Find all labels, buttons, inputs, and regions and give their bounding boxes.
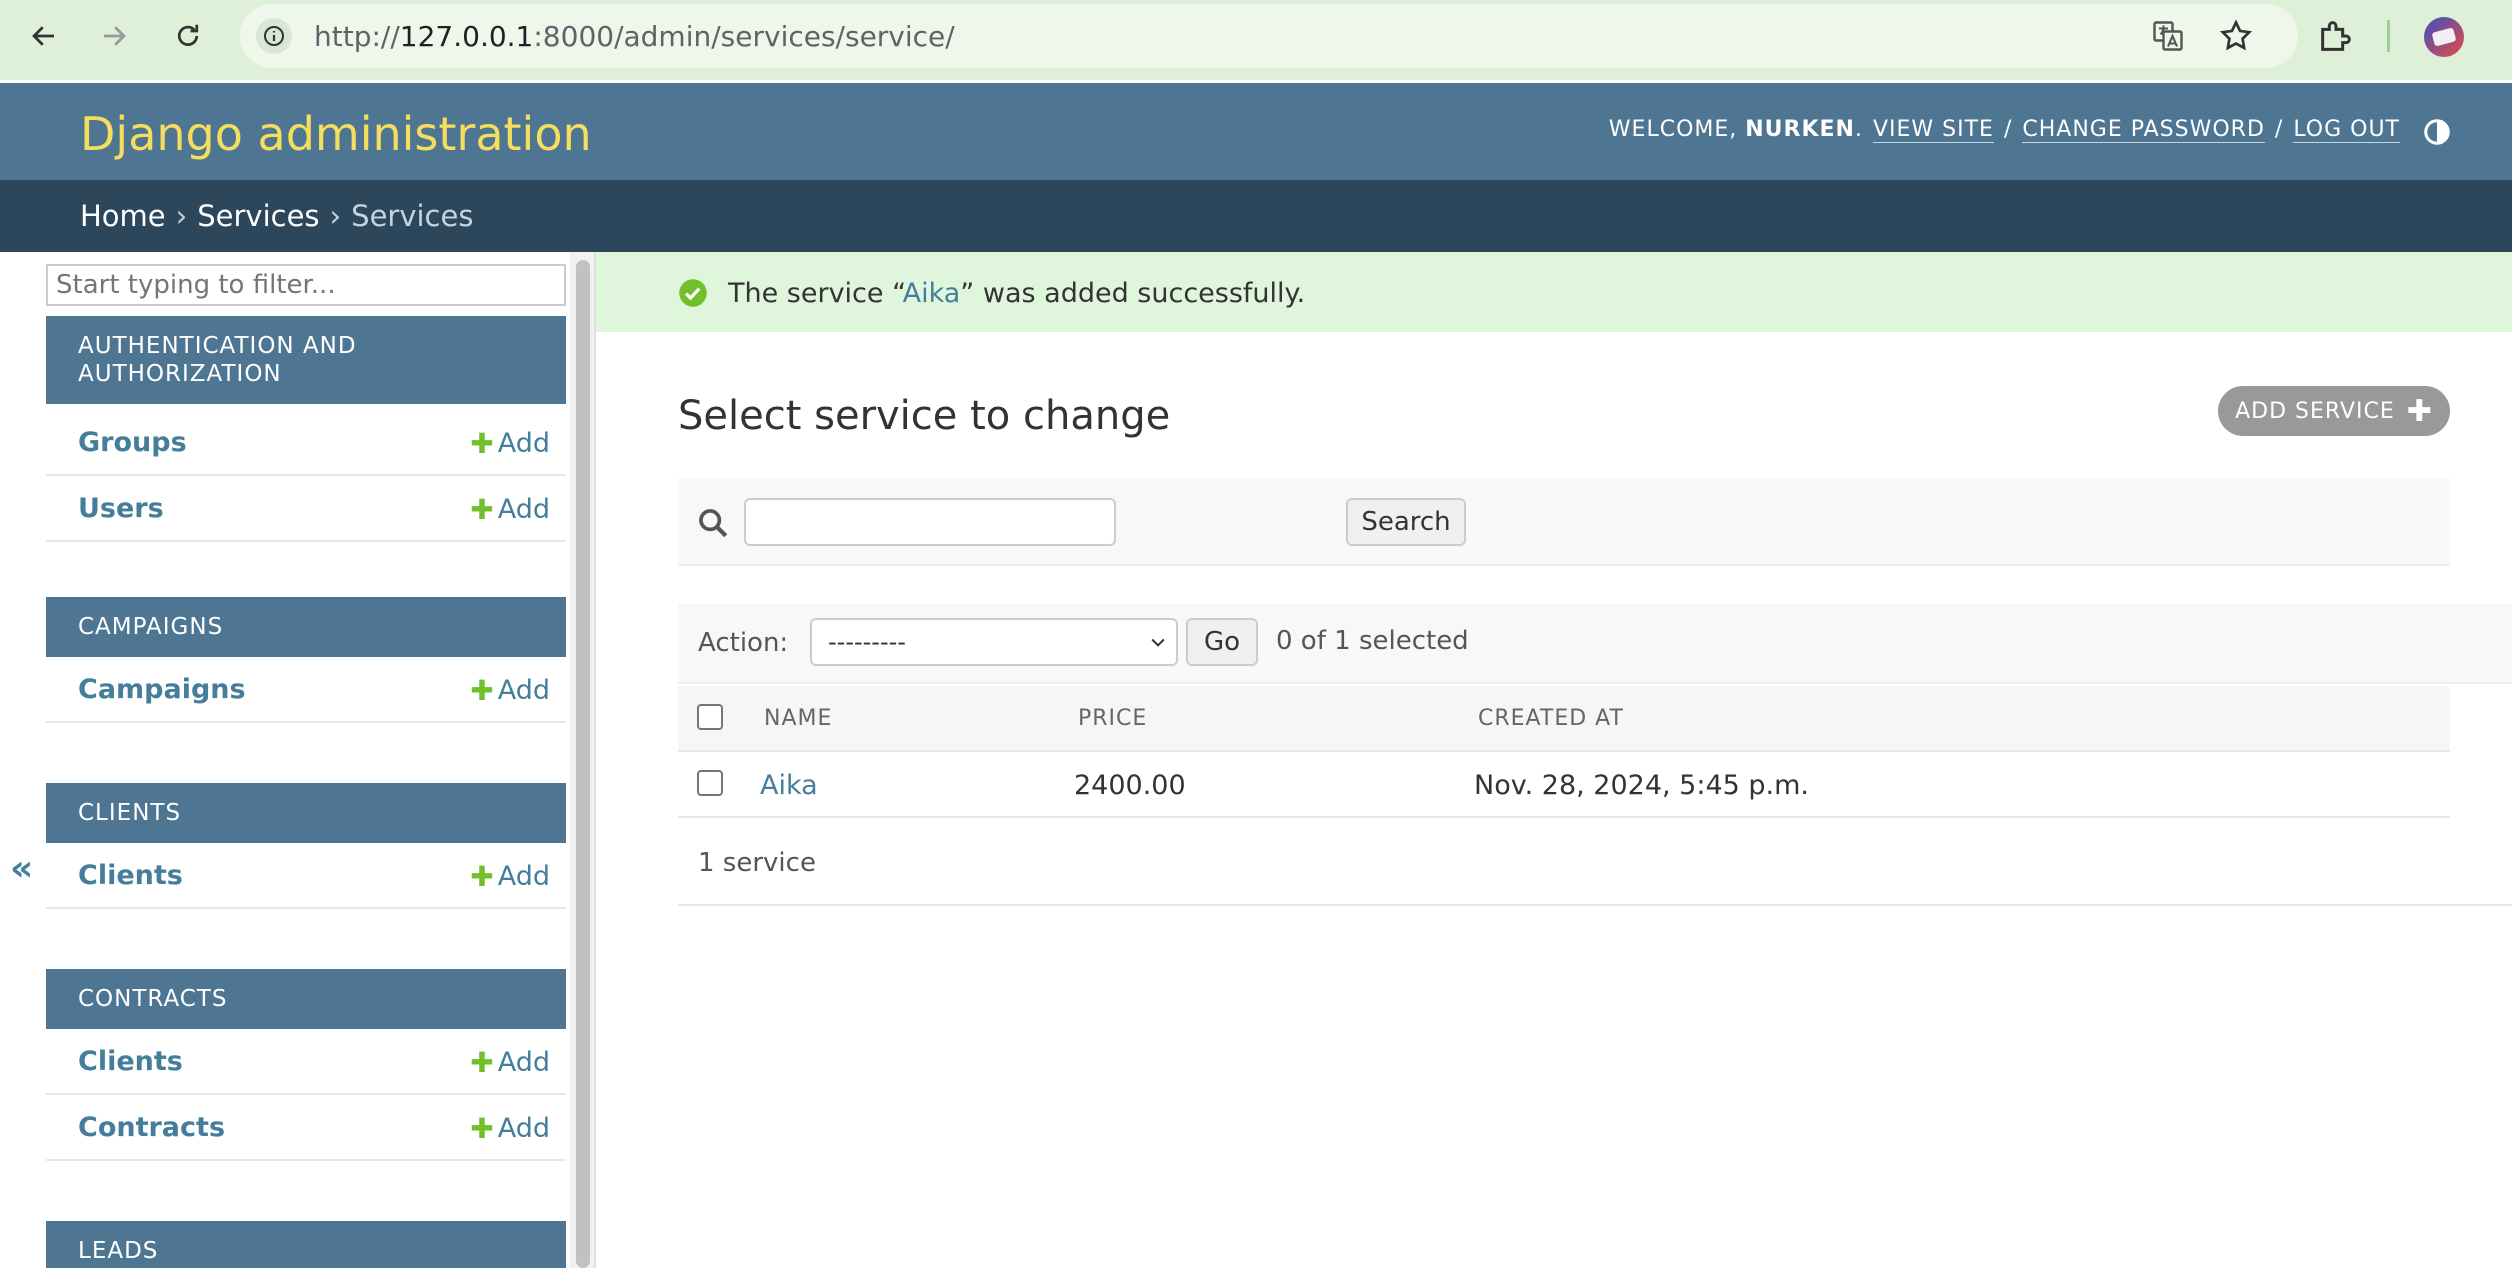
action-select[interactable]: ---------: [810, 618, 1178, 666]
sidebar-item-groups: Groups ✚ Add: [46, 410, 566, 476]
plus-icon: ✚: [2406, 393, 2433, 429]
row-price: 2400.00: [1074, 770, 1186, 801]
username: NURKEN: [1745, 117, 1855, 142]
add-link[interactable]: ✚ Add: [470, 860, 550, 893]
success-message: The service “Aika” was added successfull…: [596, 252, 2512, 332]
column-header-name[interactable]: NAME: [764, 706, 832, 731]
add-link[interactable]: ✚ Add: [470, 427, 550, 460]
sidebar-item-users: Users ✚ Add: [46, 476, 566, 542]
paginator: 1 service: [678, 820, 2512, 906]
sidebar-item-clients: Clients ✚ Add: [46, 843, 566, 909]
site-branding[interactable]: Django administration: [80, 107, 592, 161]
site-header: Django administration WELCOME, NURKEN. V…: [0, 83, 2512, 180]
page-title: Select service to change: [678, 393, 1171, 439]
sidebar-item-contracts: Contracts ✚ Add: [46, 1095, 566, 1161]
model-link[interactable]: Contracts: [78, 1112, 225, 1143]
success-check-icon: [679, 279, 707, 307]
profile-avatar[interactable]: [2424, 17, 2464, 57]
plus-icon: ✚: [470, 1046, 494, 1079]
browser-toolbar: http://127.0.0.1:8000/admin/services/ser…: [0, 0, 2512, 80]
plus-icon: ✚: [470, 674, 494, 707]
chevron-down-icon: [1151, 638, 1165, 647]
welcome-text: WELCOME,: [1608, 117, 1738, 142]
breadcrumb-app[interactable]: Services: [197, 199, 319, 233]
plus-icon: ✚: [470, 860, 494, 893]
search-toolbar: Search: [678, 478, 2450, 566]
model-link[interactable]: Clients: [78, 860, 183, 891]
plus-icon: ✚: [470, 493, 494, 526]
breadcrumb-current: Services: [351, 199, 474, 233]
module-caption-campaigns[interactable]: CAMPAIGNS: [46, 597, 566, 657]
module-caption-contracts[interactable]: CONTRACTS: [46, 969, 566, 1029]
collapse-sidebar-button[interactable]: «: [10, 848, 33, 889]
plus-icon: ✚: [470, 427, 494, 460]
sidebar-item-contract-clients: Clients ✚ Add: [46, 1029, 566, 1095]
model-link[interactable]: Users: [78, 493, 164, 524]
module-caption-leads[interactable]: LEADS: [46, 1221, 566, 1268]
bookmark-star-icon[interactable]: [2218, 18, 2254, 54]
add-link[interactable]: ✚ Add: [470, 1046, 550, 1079]
row-checkbox[interactable]: [697, 770, 723, 796]
table-header: NAME PRICE CREATED AT: [678, 686, 2450, 752]
nav-sidebar: AUTHENTICATION AND AUTHORIZATION Groups …: [44, 252, 568, 1268]
select-all-checkbox[interactable]: [697, 704, 723, 730]
module-caption-auth[interactable]: AUTHENTICATION AND AUTHORIZATION: [46, 316, 566, 404]
model-link[interactable]: Campaigns: [78, 674, 246, 705]
search-input[interactable]: [744, 498, 1116, 546]
plus-icon: ✚: [470, 1112, 494, 1145]
column-header-price[interactable]: PRICE: [1078, 706, 1147, 731]
row-created-at: Nov. 28, 2024, 5:45 p.m.: [1474, 770, 1809, 801]
sidebar-item-campaigns: Campaigns ✚ Add: [46, 657, 566, 723]
selected-count: 0 of 1 selected: [1276, 626, 1469, 656]
search-icon: [699, 509, 728, 538]
nav-filter-input[interactable]: [46, 264, 566, 306]
url-text[interactable]: http://127.0.0.1:8000/admin/services/ser…: [314, 20, 955, 53]
forward-button[interactable]: [90, 12, 138, 60]
reload-button[interactable]: [164, 12, 212, 60]
action-label: Action:: [698, 628, 789, 658]
add-link[interactable]: ✚ Add: [470, 674, 550, 707]
translate-icon[interactable]: [2150, 18, 2186, 54]
user-tools: WELCOME, NURKEN. VIEW SITE / CHANGE PASS…: [1608, 117, 2400, 143]
module-caption-clients[interactable]: CLIENTS: [46, 783, 566, 843]
toolbar-divider: [2387, 20, 2390, 52]
column-header-created-at[interactable]: CREATED AT: [1478, 706, 1624, 731]
breadcrumb-home[interactable]: Home: [80, 199, 166, 233]
arrow-left-icon: [32, 26, 54, 46]
address-bar[interactable]: http://127.0.0.1:8000/admin/services/ser…: [240, 4, 2298, 68]
message-object-link[interactable]: Aika: [903, 278, 961, 309]
log-out-link[interactable]: LOG OUT: [2293, 117, 2400, 143]
add-link[interactable]: ✚ Add: [470, 493, 550, 526]
model-link[interactable]: Clients: [78, 1046, 183, 1077]
view-site-link[interactable]: VIEW SITE: [1872, 117, 1994, 143]
actions-bar: Action: --------- Go 0 of 1 selected: [678, 604, 2512, 684]
add-link[interactable]: ✚ Add: [470, 1112, 550, 1145]
add-service-button[interactable]: ADD SERVICE ✚: [2218, 386, 2450, 436]
change-password-link[interactable]: CHANGE PASSWORD: [2022, 117, 2265, 143]
result-count: 1 service: [698, 848, 816, 878]
model-link[interactable]: Groups: [78, 427, 187, 458]
table-row: Aika 2400.00 Nov. 28, 2024, 5:45 p.m.: [678, 752, 2450, 818]
breadcrumb: Home › Services › Services: [0, 180, 2512, 252]
search-button[interactable]: Search: [1346, 498, 1466, 546]
sidebar-divider: [594, 252, 596, 1268]
row-name-link[interactable]: Aika: [760, 770, 818, 801]
message-text: The service “Aika” was added successfull…: [728, 278, 1306, 309]
sidebar-scrollbar-thumb[interactable]: [576, 260, 590, 1268]
go-button[interactable]: Go: [1186, 618, 1258, 666]
theme-toggle-icon[interactable]: [2422, 117, 2452, 147]
arrow-right-icon: [104, 26, 126, 46]
site-info-icon[interactable]: [256, 18, 292, 54]
reload-icon: [177, 24, 199, 46]
back-button[interactable]: [20, 12, 68, 60]
extensions-icon[interactable]: [2316, 16, 2356, 56]
